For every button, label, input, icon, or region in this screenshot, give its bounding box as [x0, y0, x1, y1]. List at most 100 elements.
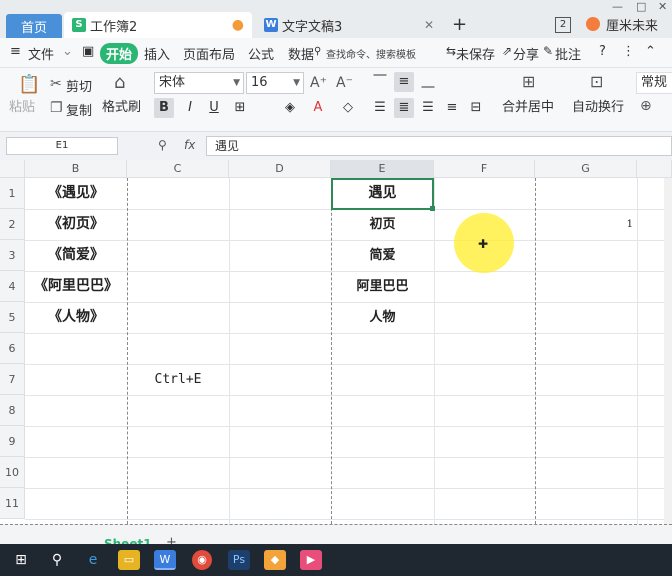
hamburger-icon[interactable]: ≡ [10, 44, 21, 59]
row-header-11[interactable]: 11 [0, 488, 25, 519]
row-header-2[interactable]: 2 [0, 209, 25, 240]
row-header-1[interactable]: 1 [0, 178, 25, 209]
menu-page-layout[interactable]: 页面布局 [183, 44, 235, 63]
cell-b1[interactable]: 《遇见》 [25, 178, 127, 209]
comment-button[interactable]: 批注 [555, 44, 581, 63]
cell-g2[interactable]: 1 [535, 209, 637, 240]
clear-format-icon[interactable]: ◇ [338, 98, 358, 118]
share-button[interactable]: 分享 [513, 44, 539, 63]
avatar[interactable] [586, 17, 600, 31]
vertical-scrollbar[interactable] [664, 178, 672, 524]
windows-start-icon[interactable]: ⊞ [10, 550, 32, 570]
search-input[interactable]: 查找命令、搜索模板 [326, 46, 416, 61]
row-header-10[interactable]: 10 [0, 457, 25, 488]
justify-icon[interactable]: ≡ [442, 98, 462, 118]
fill-color-icon[interactable]: ◈ [280, 98, 300, 118]
paste-button[interactable]: 粘贴 [9, 96, 35, 115]
edge-browser-icon[interactable]: e [82, 550, 104, 570]
more-icon[interactable]: ⋮ [622, 44, 635, 59]
format-painter-icon[interactable]: ⌂ [114, 72, 125, 93]
cell-c7[interactable]: Ctrl+E [127, 364, 229, 395]
chrome-icon[interactable]: ◉ [192, 550, 212, 570]
align-middle-icon[interactable]: ≡ [394, 72, 414, 92]
page-count-badge[interactable]: 2 [555, 17, 571, 33]
merge-center-button[interactable]: 合并居中 [502, 96, 554, 115]
search-icon[interactable]: ⚲ [46, 550, 68, 570]
align-left-icon[interactable]: ☰ [370, 98, 390, 118]
column-header-e[interactable]: E [331, 160, 434, 178]
select-all-corner[interactable] [0, 160, 25, 178]
close-icon[interactable]: ✕ [424, 18, 434, 32]
search-icon[interactable]: ⚲ [314, 46, 321, 57]
align-bottom-icon[interactable]: ⎽ [418, 72, 438, 92]
decrease-font-icon[interactable]: A⁻ [336, 75, 353, 91]
align-top-icon[interactable]: ⎺ [370, 72, 390, 92]
menu-start[interactable]: 开始 [100, 43, 139, 64]
format-painter-button[interactable]: 格式刷 [102, 96, 141, 115]
column-header-d[interactable]: D [229, 160, 331, 178]
row-header-4[interactable]: 4 [0, 271, 25, 302]
increase-font-icon[interactable]: A⁺ [310, 75, 327, 91]
distribute-icon[interactable]: ⊟ [466, 98, 486, 118]
row-header-8[interactable]: 8 [0, 395, 25, 426]
copy-button[interactable]: 复制 [66, 100, 92, 119]
menu-data[interactable]: 数据 [288, 44, 314, 63]
file-explorer-icon[interactable]: ▭ [118, 550, 140, 570]
row-header-9[interactable]: 9 [0, 426, 25, 457]
cell-b4[interactable]: 《阿里巴巴》 [25, 271, 127, 302]
formula-input[interactable]: 遇见 [206, 136, 672, 156]
cell-b2[interactable]: 《初页》 [25, 209, 127, 240]
photoshop-icon[interactable]: Ps [228, 550, 250, 570]
underline-button[interactable]: U [204, 98, 224, 118]
row-header-7[interactable]: 7 [0, 364, 25, 395]
wps-office-icon[interactable]: W [154, 550, 176, 570]
row-header-5[interactable]: 5 [0, 302, 25, 333]
cell-e4[interactable]: 阿里巴巴 [331, 271, 434, 302]
menu-formula[interactable]: 公式 [248, 44, 274, 63]
cell-e2[interactable]: 初页 [331, 209, 434, 240]
new-tab-button[interactable]: + [452, 14, 467, 35]
app-icon[interactable]: ◆ [264, 550, 286, 570]
collapse-ribbon-icon[interactable]: ⌃ [645, 44, 656, 59]
menu-file[interactable]: 文件 [28, 44, 54, 63]
font-color-icon[interactable]: A [308, 98, 328, 118]
font-size-select[interactable]: 16 ▼ [246, 72, 304, 94]
fill-handle[interactable] [430, 206, 435, 211]
media-app-icon[interactable]: ▶ [300, 550, 322, 570]
column-header-g[interactable]: G [535, 160, 637, 178]
name-box[interactable]: E1 [6, 137, 118, 155]
italic-button[interactable]: I [180, 98, 200, 118]
zoom-icon[interactable]: ⚲ [158, 138, 167, 152]
row-header-3[interactable]: 3 [0, 240, 25, 271]
cell-b3[interactable]: 《简爱》 [25, 240, 127, 271]
align-right-icon[interactable]: ☰ [418, 98, 438, 118]
fx-button[interactable]: fx [184, 138, 195, 152]
close-window-button[interactable]: ✕ [658, 0, 667, 13]
tab-document[interactable]: W 文字文稿3 ✕ [256, 12, 442, 38]
column-header-h[interactable] [637, 160, 672, 178]
tab-home[interactable]: 首页 [6, 14, 62, 38]
align-center-icon[interactable]: ≣ [394, 98, 414, 118]
row-header-6[interactable]: 6 [0, 333, 25, 364]
cell-e5[interactable]: 人物 [331, 302, 434, 333]
number-format-select[interactable]: 常规 [636, 72, 672, 94]
chevron-down-icon[interactable]: ⌄ [62, 44, 73, 59]
bold-button[interactable]: B [154, 98, 174, 118]
currency-icon[interactable]: ⊕ [640, 98, 652, 114]
cell-e3[interactable]: 简爱 [331, 240, 434, 271]
column-header-c[interactable]: C [127, 160, 229, 178]
paste-icon[interactable]: 📋 [18, 74, 40, 95]
wrap-text-button[interactable]: 自动换行 [572, 96, 624, 115]
cut-button[interactable]: 剪切 [66, 76, 92, 95]
restore-button[interactable]: □ [636, 0, 646, 13]
save-icon[interactable]: ▣ [82, 44, 94, 59]
unsaved-status[interactable]: 未保存 [456, 44, 495, 63]
help-button[interactable]: ? [599, 44, 606, 59]
font-name-select[interactable]: 宋体 ▼ [154, 72, 244, 94]
column-header-b[interactable]: B [25, 160, 127, 178]
menu-insert[interactable]: 插入 [144, 44, 170, 63]
tab-workbook[interactable]: S 工作簿2 ● [64, 12, 252, 38]
user-name[interactable]: 厘米未来 [606, 15, 658, 34]
column-header-f[interactable]: F [434, 160, 535, 178]
border-icon[interactable]: ⊞ [230, 98, 250, 118]
